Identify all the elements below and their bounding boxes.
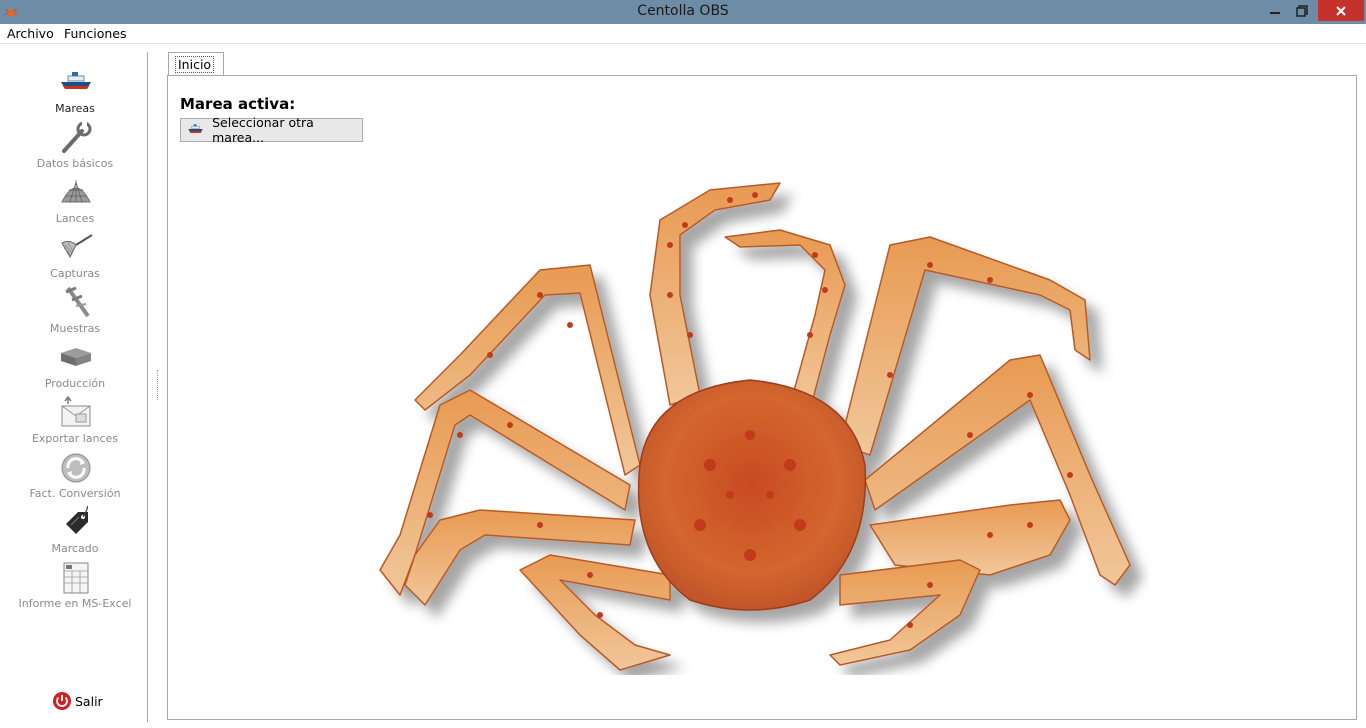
tag-icon [66, 506, 89, 534]
caliper-icon [65, 286, 90, 318]
sidebar-item-fact-conversion[interactable]: Fact. Conversión [2, 451, 148, 506]
menu-funciones[interactable]: Funciones [64, 26, 126, 41]
minimize-icon [1270, 11, 1280, 14]
tab-label: Inicio [175, 56, 215, 73]
sidebar-item-label: Muestras [49, 322, 101, 335]
sidebar-item-label: Exportar lances [31, 432, 119, 445]
close-icon [1336, 5, 1346, 16]
sidebar-item-exportar-lances[interactable]: Exportar lances [2, 396, 148, 451]
boat-icon [61, 72, 91, 89]
sidebar-item-label: Capturas [50, 267, 100, 280]
select-trip-label: Seleccionar otra marea... [212, 115, 314, 145]
sidebar-item-label: Lances [55, 212, 95, 225]
landing-net-icon [61, 234, 93, 259]
sidebar-item-informe-excel[interactable]: Informe en MS-Excel [2, 561, 148, 616]
box-icon [61, 348, 91, 366]
sidebar-item-label: Datos básicos [36, 157, 114, 170]
menu-archivo[interactable]: Archivo [7, 26, 54, 41]
power-icon [53, 692, 71, 710]
refresh-icon [61, 453, 91, 483]
sidebar-item-produccion[interactable]: Producción [2, 341, 148, 396]
sidebar-item-label: Informe en MS-Excel [18, 597, 132, 610]
spreadsheet-icon [63, 562, 89, 594]
sidebar-item-capturas[interactable]: Capturas [2, 231, 148, 286]
wrench-icon [62, 121, 92, 153]
net-icon [61, 180, 91, 203]
export-icon [61, 396, 91, 427]
king-crab-image [379, 182, 1131, 671]
menu-bar: Archivo Funciones [0, 24, 1366, 44]
close-button[interactable] [1318, 0, 1364, 21]
sidebar-item-muestras[interactable]: Muestras [2, 286, 148, 341]
sidebar-item-label: Producción [44, 377, 106, 390]
sidebar-item-mareas[interactable]: Mareas [2, 66, 148, 121]
restore-icon [1296, 4, 1308, 17]
sidebar-item-lances[interactable]: Lances [2, 176, 148, 231]
sidebar-item-marcado[interactable]: Marcado [2, 506, 148, 561]
sidebar-item-datos-basicos[interactable]: Datos básicos [2, 121, 148, 176]
exit-label: Salir [75, 693, 103, 709]
sidebar: Mareas Datos básicos Lances Capturas Mue… [2, 52, 148, 722]
sidebar-item-label: Mareas [55, 102, 95, 115]
tab-inicio[interactable]: Inicio [168, 52, 224, 76]
active-trip-label: Marea activa: [180, 95, 296, 113]
select-trip-button[interactable]: Seleccionar otra marea... [180, 115, 363, 145]
sidebar-item-label: Marcado [51, 542, 99, 555]
splitter-handle[interactable] [157, 370, 159, 400]
exit-button[interactable]: Salir [52, 689, 103, 713]
minimize-button[interactable] [1262, 0, 1288, 21]
boat-icon [188, 124, 203, 133]
title-bar: Centolla OBS [0, 0, 1366, 24]
sidebar-item-label: Fact. Conversión [29, 487, 121, 500]
restore-button[interactable] [1289, 0, 1315, 21]
window-title: Centolla OBS [637, 3, 729, 19]
